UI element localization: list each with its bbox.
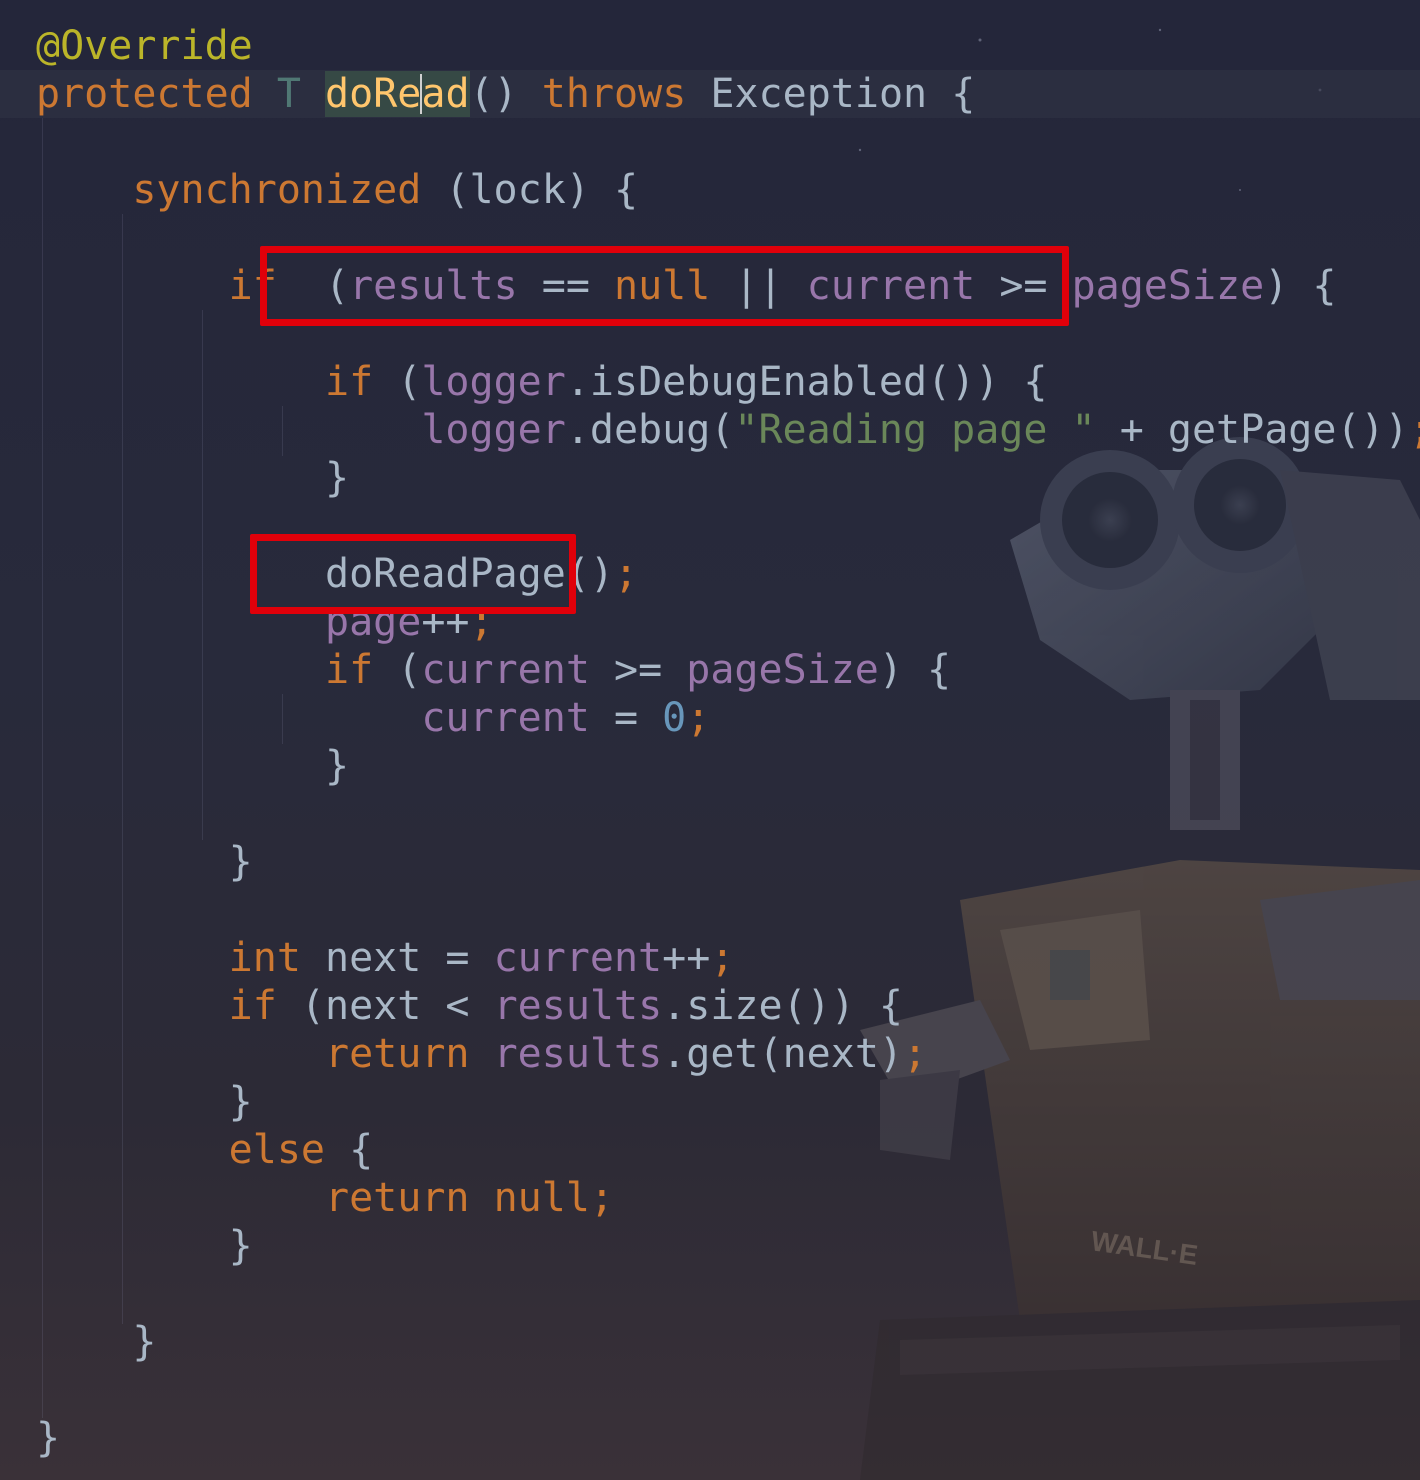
- annotation-override: @Override: [36, 23, 253, 69]
- semicolon: ;: [686, 695, 711, 741]
- paren-open: (: [373, 359, 422, 405]
- svg-text:WALL·E: WALL·E: [1089, 1225, 1200, 1271]
- keyword-return: return: [324, 1031, 470, 1077]
- keyword-if: if: [228, 983, 277, 1029]
- field-results: results: [493, 1031, 663, 1077]
- code-line-20[interactable]: int next = current++;: [36, 934, 735, 982]
- condition: (next <: [276, 983, 494, 1029]
- semicolon: ;: [902, 1031, 928, 1077]
- operator: >=: [589, 647, 687, 693]
- keyword-int: int: [228, 935, 301, 981]
- brace: }: [132, 1319, 157, 1365]
- operator: ++: [662, 935, 711, 981]
- field-results: results: [493, 983, 663, 1029]
- code-line-23[interactable]: }: [36, 1078, 253, 1126]
- field-logger: logger: [421, 359, 566, 405]
- code-line-22[interactable]: return results.get(next);: [36, 1030, 927, 1078]
- code-line-24[interactable]: else {: [36, 1126, 374, 1174]
- method-call: .debug(: [565, 407, 735, 453]
- code-line-25[interactable]: return null;: [36, 1174, 614, 1222]
- sync-lock-expr: (lock) {: [421, 167, 639, 213]
- operator: =: [589, 695, 663, 741]
- semicolon: ;: [589, 1175, 614, 1221]
- field-current: current: [421, 695, 590, 741]
- keyword-return: return: [324, 1175, 470, 1221]
- paren-open: (: [373, 647, 422, 693]
- semicolon: ;: [1409, 407, 1420, 453]
- string-literal: "Reading page ": [734, 407, 1096, 453]
- highlight-box-doreadpage: [250, 534, 576, 614]
- number-literal: 0: [662, 695, 687, 741]
- parens: (): [469, 71, 518, 117]
- semicolon: ;: [613, 551, 639, 597]
- declaration: next =: [300, 935, 494, 981]
- brace: }: [36, 1415, 61, 1461]
- code-line-28[interactable]: }: [36, 1318, 156, 1366]
- code-line-18[interactable]: }: [36, 838, 253, 886]
- method-name-doread[interactable]: doRead: [325, 71, 470, 117]
- field-current: current: [493, 935, 663, 981]
- keyword-null: null: [493, 1175, 590, 1221]
- brace: }: [228, 1079, 253, 1125]
- keyword-throws: throws: [541, 71, 687, 117]
- code-line-26[interactable]: }: [36, 1222, 253, 1270]
- code-line-30[interactable]: }: [36, 1414, 60, 1462]
- brace: {: [324, 1127, 374, 1173]
- code-line-4[interactable]: synchronized (lock) {: [36, 166, 638, 214]
- code-line-1[interactable]: @Override: [36, 22, 253, 70]
- brace: }: [228, 839, 253, 885]
- code-line-15[interactable]: current = 0;: [36, 694, 710, 742]
- code-editor[interactable]: WALL·E @Override protected T doRead() th…: [0, 0, 1420, 1480]
- field-pagesize: pageSize: [686, 647, 879, 693]
- code-line-21[interactable]: if (next < results.size()) {: [36, 982, 903, 1030]
- brace: ) {: [878, 647, 952, 693]
- code-line-10[interactable]: }: [36, 454, 349, 502]
- brace: }: [228, 1223, 253, 1269]
- brace: {: [1288, 263, 1337, 309]
- field-pagesize: pageSize: [1071, 263, 1265, 309]
- method-call: .isDebugEnabled()) {: [565, 359, 1048, 405]
- keyword-synchronized: synchronized: [132, 167, 422, 213]
- brace: }: [324, 743, 350, 789]
- code-line-14[interactable]: if (current >= pageSize) {: [36, 646, 951, 694]
- brace: }: [324, 455, 350, 501]
- highlight-box-condition: [260, 246, 1069, 326]
- method-call: .size()) {: [662, 983, 903, 1029]
- field-current: current: [421, 647, 590, 693]
- code-line-9[interactable]: logger.debug("Reading page " + getPage()…: [36, 406, 1420, 454]
- keyword-if: if: [324, 647, 374, 693]
- type-parameter: T: [276, 71, 301, 117]
- code-line-2[interactable]: protected T doRead() throws Exception {: [36, 70, 975, 118]
- keyword-protected: protected: [36, 71, 253, 117]
- code-line-8[interactable]: if (logger.isDebugEnabled()) {: [36, 358, 1047, 406]
- keyword-else: else: [228, 1127, 325, 1173]
- field-logger: logger: [421, 407, 566, 453]
- method-call: .get(next): [662, 1031, 903, 1077]
- code-line-16[interactable]: }: [36, 742, 349, 790]
- paren-close: ): [1264, 263, 1289, 309]
- keyword-if: if: [324, 359, 374, 405]
- exception-type: Exception {: [710, 71, 976, 117]
- semicolon: ;: [710, 935, 735, 981]
- expression: + getPage()): [1095, 407, 1409, 453]
